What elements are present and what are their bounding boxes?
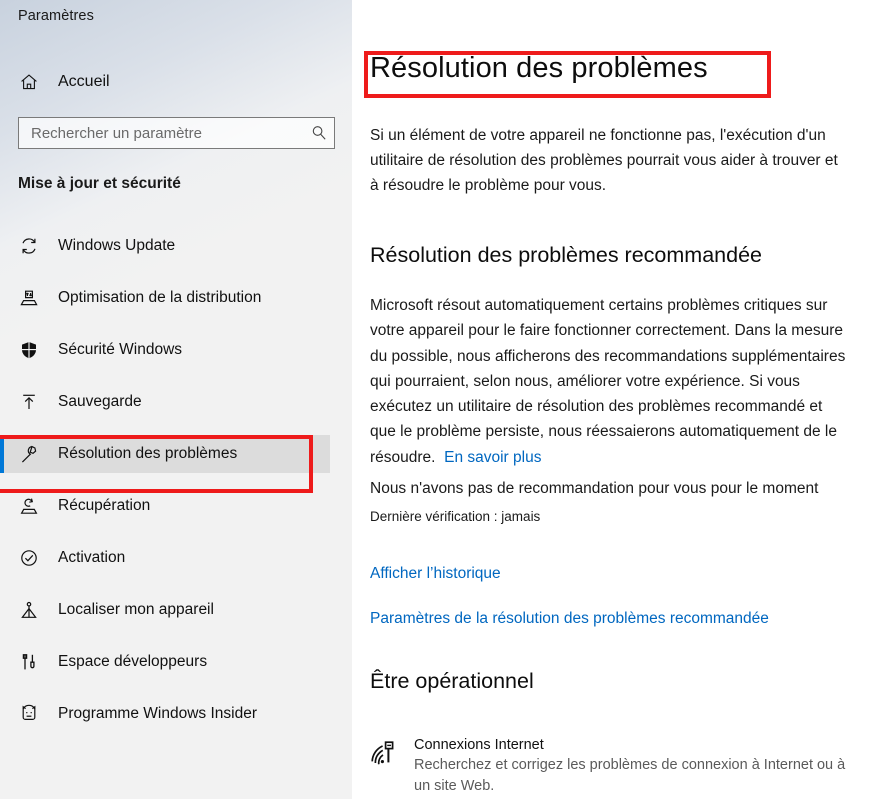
sidebar-item-label: Récupération [58, 497, 151, 514]
developer-tools-icon [16, 652, 42, 672]
sidebar-item-label: Sécurité Windows [58, 341, 183, 358]
wifi-network-icon [370, 735, 404, 769]
app-title: Paramètres [18, 8, 94, 24]
check-circle-icon [16, 548, 42, 568]
search-icon[interactable] [304, 124, 334, 142]
refresh-icon [16, 236, 42, 256]
troubleshooter-title: Connexions Internet [414, 737, 544, 753]
search-box[interactable] [18, 117, 335, 149]
recommended-troubleshooting-settings-link[interactable]: Paramètres de la résolution des problème… [370, 610, 769, 628]
recovery-icon [16, 496, 42, 516]
insider-cat-icon [16, 704, 42, 724]
sidebar-item-developer-space[interactable]: Espace développeurs [0, 643, 330, 681]
troubleshooter-item-internet-connections[interactable]: Connexions Internet Recherchez et corrig… [370, 735, 850, 797]
troubleshooter-text: Connexions Internet Recherchez et corrig… [404, 735, 850, 797]
intro-paragraph: Si un élément de votre appareil ne fonct… [370, 127, 838, 194]
sidebar: Paramètres Accueil Mise à jour et sécuri… [0, 0, 352, 799]
sidebar-item-troubleshoot[interactable]: Résolution des problèmes [0, 435, 330, 473]
sidebar-item-label: Windows Update [58, 237, 176, 254]
sidebar-item-find-my-device[interactable]: Localiser mon appareil [0, 591, 330, 629]
sidebar-item-recovery[interactable]: Récupération [0, 487, 330, 525]
sidebar-item-home-label: Accueil [58, 73, 110, 90]
sidebar-nav: Windows Update Optimisation de la distri… [0, 227, 352, 747]
sidebar-item-label: Optimisation de la distribution [58, 289, 262, 306]
settings-window: Paramètres Accueil Mise à jour et sécuri… [0, 0, 891, 799]
sidebar-item-label: Programme Windows Insider [58, 705, 257, 722]
upload-arrow-icon [16, 392, 42, 412]
sidebar-item-label: Espace développeurs [58, 653, 208, 670]
home-icon [16, 72, 42, 92]
recommended-section-heading: Résolution des problèmes recommandée [370, 243, 762, 267]
search-input[interactable] [19, 119, 304, 147]
sidebar-item-windows-insider[interactable]: Programme Windows Insider [0, 695, 330, 733]
sidebar-item-home[interactable]: Accueil [0, 64, 352, 100]
sidebar-item-label: Sauvegarde [58, 393, 142, 410]
get-up-running-heading: Être opérationnel [370, 669, 534, 693]
sidebar-item-activation[interactable]: Activation [0, 539, 330, 577]
sidebar-item-delivery-optimization[interactable]: Optimisation de la distribution [0, 279, 330, 317]
selection-accent-bar [0, 435, 4, 473]
sidebar-item-label: Activation [58, 549, 126, 566]
troubleshooter-description: Recherchez et corrigez les problèmes de … [414, 757, 846, 794]
sidebar-group-title: Mise à jour et sécurité [18, 175, 181, 192]
last-check-status: Dernière vérification : jamais [370, 509, 541, 524]
wrench-icon [16, 444, 42, 464]
locate-device-icon [16, 600, 42, 620]
sidebar-item-windows-update[interactable]: Windows Update [0, 227, 330, 265]
sidebar-item-label: Résolution des problèmes [58, 445, 238, 462]
recommendation-status: Nous n'avons pas de recommandation pour … [370, 480, 819, 497]
recommended-body-text: Microsoft résout automatiquement certain… [370, 297, 846, 466]
delivery-optimization-icon [16, 288, 42, 308]
main-content: Résolution des problèmes Si un élément d… [352, 0, 891, 799]
recommended-body: Microsoft résout automatiquement certain… [370, 293, 850, 470]
view-history-link[interactable]: Afficher l’historique [370, 565, 501, 583]
shield-icon [16, 340, 42, 360]
sidebar-item-label: Localiser mon appareil [58, 601, 214, 618]
learn-more-link[interactable]: En savoir plus [444, 449, 541, 466]
sidebar-item-windows-security[interactable]: Sécurité Windows [0, 331, 330, 369]
page-title: Résolution des problèmes [370, 52, 708, 84]
sidebar-item-backup[interactable]: Sauvegarde [0, 383, 330, 421]
